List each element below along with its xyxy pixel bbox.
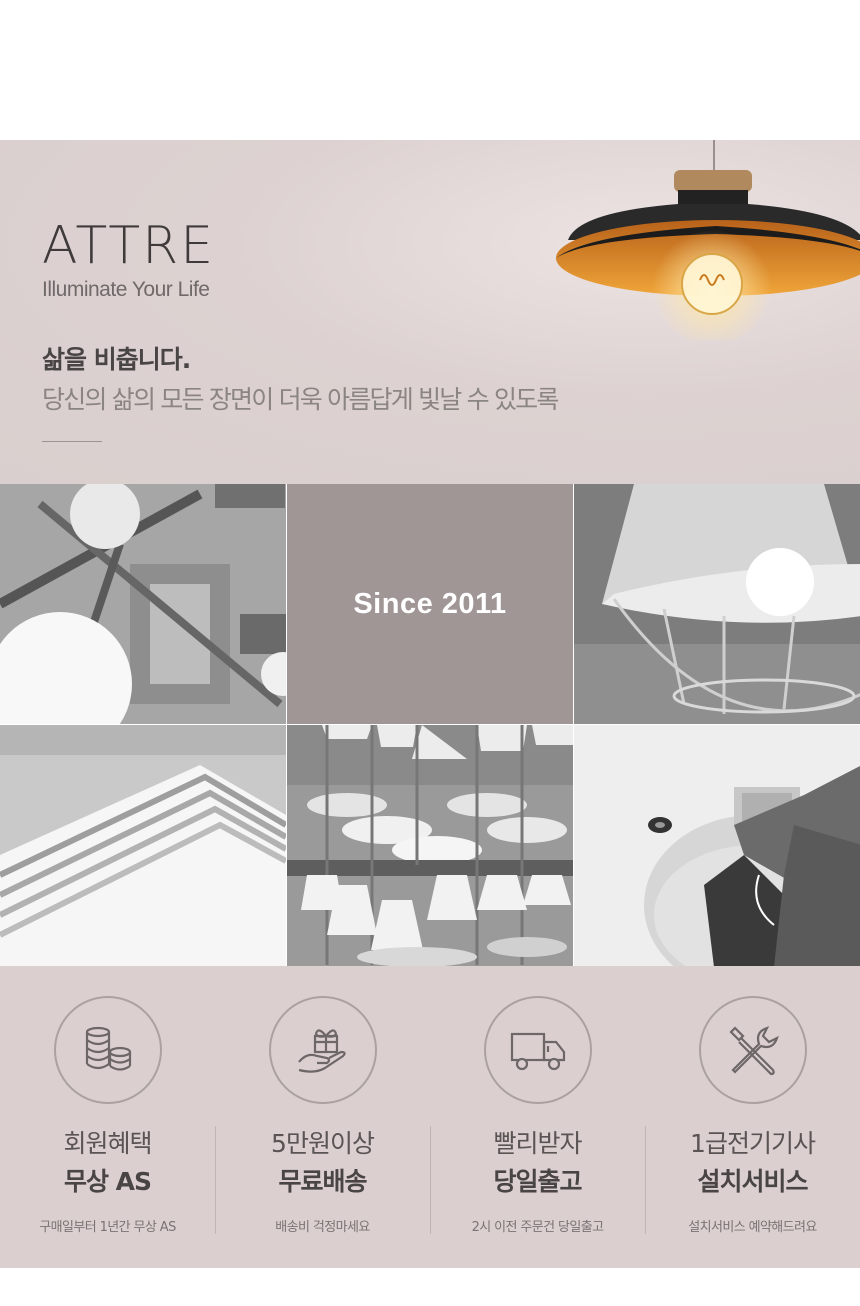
gallery-photo-factory bbox=[287, 725, 573, 967]
hero-subtitle: 당신의 삶의 모든 장면이 더욱 아름답게 빛날 수 있도록 bbox=[42, 385, 559, 414]
feature-installation-service: 1급전기기사 설치서비스 설치서비스 예약해드려요 bbox=[645, 966, 860, 1268]
feature-highlight: 무료배송 bbox=[278, 1167, 367, 1196]
feature-icon-circle bbox=[53, 996, 162, 1104]
hero-title: 삶을 비춥니다. bbox=[42, 345, 191, 374]
photo-gallery-grid: Since 2011 bbox=[0, 484, 860, 967]
gallery-photo-cage-pendant bbox=[574, 484, 860, 724]
gallery-photo-ceiling-light bbox=[0, 725, 286, 967]
feature-description: 2시 이전 주문건 당일출고 bbox=[471, 1220, 604, 1235]
since-year-tile: Since 2011 bbox=[287, 484, 573, 724]
feature-description: 배송비 걱정마세요 bbox=[275, 1220, 370, 1235]
feature-icon-circle bbox=[483, 996, 592, 1104]
feature-description: 설치서비스 예약해드려요 bbox=[688, 1220, 817, 1235]
brand-logo: ATTRE Illuminate Your Life bbox=[42, 220, 215, 302]
logo-wordmark: ATTRE bbox=[42, 216, 216, 276]
since-year-text: Since 2011 bbox=[353, 587, 507, 620]
feature-same-day-shipping: 빨리받자 당일출고 2시 이전 주문건 당일출고 bbox=[430, 966, 645, 1268]
pendant-lamp-image bbox=[556, 140, 860, 340]
feature-icon-circle bbox=[268, 996, 377, 1104]
feature-title: 1급전기기사 bbox=[690, 1129, 816, 1158]
feature-highlight: 당일출고 bbox=[493, 1167, 582, 1196]
truck-icon bbox=[510, 1032, 565, 1071]
feature-highlight: 무상 AS bbox=[63, 1167, 152, 1196]
logo-tagline: Illuminate Your Life bbox=[42, 278, 210, 301]
feature-title: 회원혜택 bbox=[63, 1129, 152, 1158]
gift-hand-icon bbox=[297, 1029, 346, 1073]
coins-icon bbox=[85, 1026, 131, 1071]
gallery-photo-installation bbox=[574, 725, 860, 967]
feature-highlight: 설치서비스 bbox=[697, 1167, 808, 1196]
gallery-photo-chandelier bbox=[0, 484, 286, 724]
service-features: 회원혜택 무상 AS 구매일부터 1년간 무상 AS 5만원이상 무료배송 배송… bbox=[0, 966, 860, 1268]
feature-free-shipping: 5만원이상 무료배송 배송비 걱정마세요 bbox=[215, 966, 430, 1268]
feature-title: 5만원이상 bbox=[271, 1129, 375, 1158]
hero-headline: 삶을 비춥니다. 당신의 삶의 모든 장면이 더욱 아름답게 빛날 수 있도록 bbox=[42, 340, 559, 416]
feature-description: 구매일부터 1년간 무상 AS bbox=[39, 1220, 176, 1235]
feature-title: 빨리받자 bbox=[493, 1129, 582, 1158]
tools-icon bbox=[728, 1026, 779, 1076]
brand-hero-banner: ATTRE Illuminate Your Life 삶을 비춥니다. 당신의 … bbox=[0, 140, 860, 484]
feature-icon-circle bbox=[698, 996, 807, 1104]
hero-divider bbox=[42, 441, 102, 442]
feature-member-benefit: 회원혜택 무상 AS 구매일부터 1년간 무상 AS bbox=[0, 966, 215, 1268]
